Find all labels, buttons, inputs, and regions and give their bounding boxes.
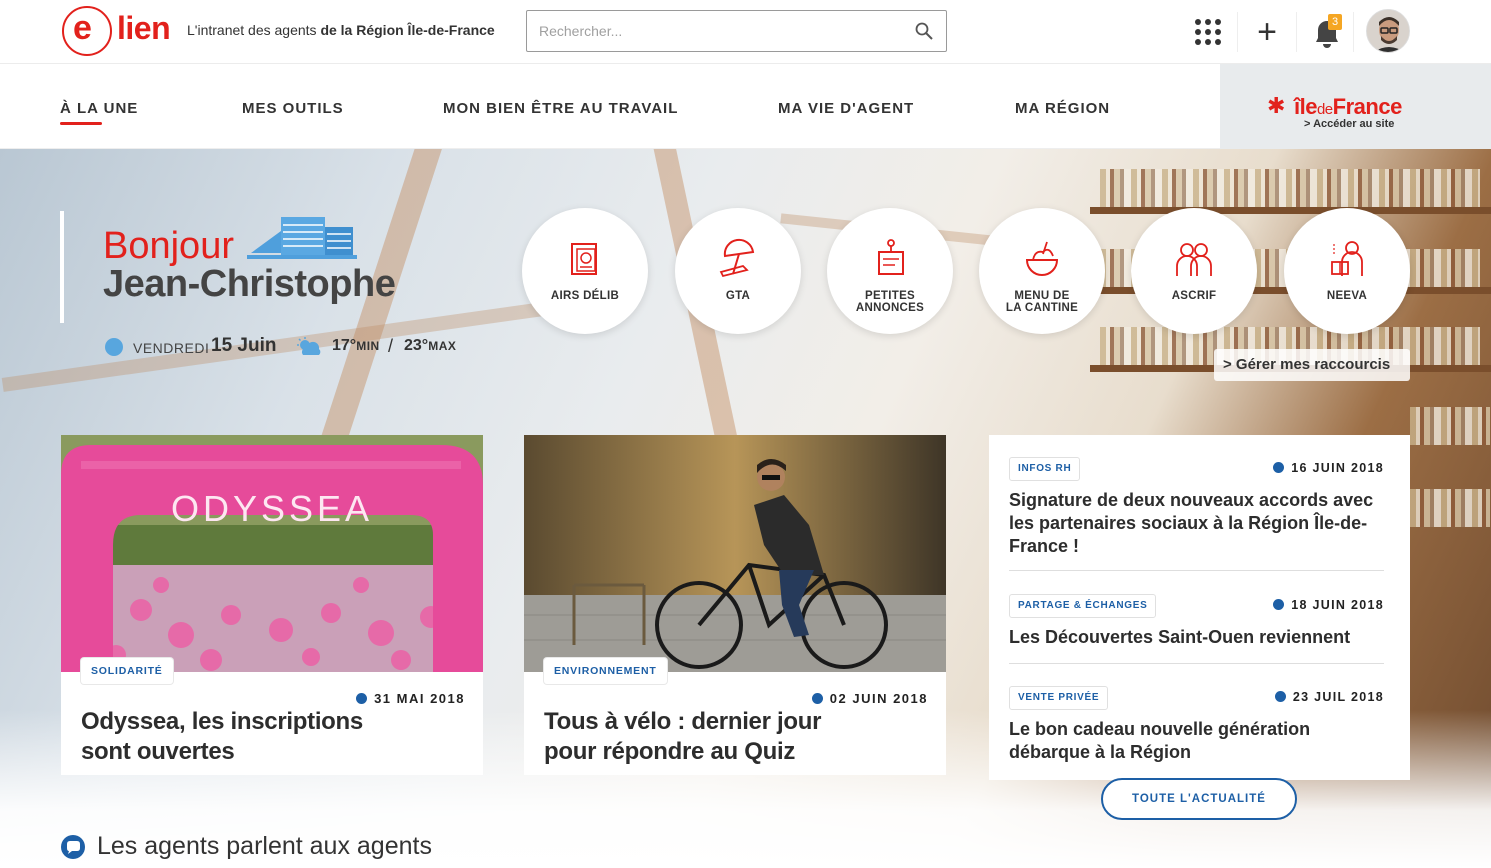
card-title[interactable]: Odyssea, les inscriptions sont ouvertes <box>81 707 411 767</box>
shortcut-label: ASCRIF <box>1171 290 1217 302</box>
elien-logo[interactable]: e lien <box>60 4 172 56</box>
bg-beam <box>1 300 559 392</box>
card-category-tag[interactable]: ENVIRONNEMENT <box>544 658 667 684</box>
shortcut-petites-annonces[interactable]: PETITES ANNONCES <box>827 208 953 334</box>
news-card-velo[interactable]: ENVIRONNEMENT 02 JUIN 2018 Tous à vélo :… <box>524 435 946 775</box>
header-divider <box>1296 12 1297 52</box>
bg-shelf <box>1090 207 1491 214</box>
notifications-button[interactable]: 3 <box>1310 14 1344 50</box>
nav-a-la-une[interactable]: À LA UNE <box>60 100 138 117</box>
clock-icon <box>105 338 123 356</box>
news-date: 18 JUIN 2018 <box>1273 598 1384 612</box>
svg-text:ODYSSEA: ODYSSEA <box>171 488 373 529</box>
news-date: 16 JUIN 2018 <box>1273 461 1384 475</box>
tagline: L'intranet des agents de la Région Île-d… <box>187 22 495 38</box>
beach-umbrella-icon <box>719 238 755 278</box>
building-icon <box>247 217 357 259</box>
greeting-divider <box>60 211 64 323</box>
shortcut-airs-delib[interactable]: AIRS DÉLIB <box>522 208 648 334</box>
header-divider <box>1237 12 1238 52</box>
search-box[interactable] <box>526 10 947 52</box>
hero-section: Bonjour Jean-Christophe Vendredi 15 Juin… <box>0 149 1491 868</box>
card-date: 31 MAI 2018 <box>356 691 465 706</box>
news-list-panel: INFOS RH 16 JUIN 2018 Signature de deux … <box>989 435 1410 780</box>
all-news-button[interactable]: TOUTE L'ACTUALITÉ <box>1101 778 1297 820</box>
logo-wordmark: lien <box>117 10 171 46</box>
document-icon <box>571 243 597 275</box>
shortcut-neeva[interactable]: NEEVA <box>1284 208 1410 334</box>
region-site-link[interactable]: ✱ îledeFrance > Accéder au site <box>1220 64 1491 149</box>
idf-logo: îledeFrance <box>1294 94 1402 119</box>
card-image: ODYSSEA <box>61 435 483 672</box>
main-navigation: À LA UNE MES OUTILS MON BIEN ÊTRE AU TRA… <box>0 64 1491 149</box>
nav-mes-outils[interactable]: MES OUTILS <box>242 100 344 117</box>
notification-badge: 3 <box>1328 14 1342 30</box>
bg-books <box>1410 489 1490 527</box>
manage-shortcuts-button[interactable]: > Gérer mes raccourcis <box>1214 349 1410 381</box>
section-title: Les agents parlent aux agents <box>97 832 432 860</box>
chat-bubble-icon <box>61 835 85 859</box>
clock-icon <box>811 693 823 704</box>
news-category-tag[interactable]: PARTAGE & ÉCHANGES <box>1009 594 1157 618</box>
search-input[interactable] <box>539 11 899 51</box>
shortcut-ascrif[interactable]: ASCRIF <box>1131 208 1257 334</box>
user-name: Jean-Christophe <box>103 263 396 305</box>
clock-icon <box>1273 599 1285 610</box>
news-item[interactable]: PARTAGE & ÉCHANGES 18 JUIN 2018 Les Déco… <box>1009 594 1384 664</box>
news-title[interactable]: Le bon cadeau nouvelle génération débarq… <box>1009 718 1384 764</box>
shortcut-gta[interactable]: GTA <box>675 208 801 334</box>
logo-e: e <box>73 9 92 47</box>
odyssea-photo: ODYSSEA <box>61 435 483 672</box>
greeting-hello: Bonjour <box>103 225 234 267</box>
weather-icon <box>297 337 321 355</box>
reader-icon <box>1331 241 1363 276</box>
avatar[interactable] <box>1366 9 1410 53</box>
nav-ma-region[interactable]: MA RÉGION <box>1015 100 1110 117</box>
card-title[interactable]: Tous à vélo : dernier jour pour répondre… <box>544 707 874 767</box>
temp-separator: / <box>388 336 394 356</box>
search-icon[interactable] <box>914 21 934 41</box>
shortcut-label: PETITES ANNONCES <box>855 290 925 314</box>
shortcut-label: GTA <box>725 290 751 302</box>
idf-star-icon: ✱ <box>1267 93 1286 118</box>
cyclist-photo <box>524 435 946 672</box>
card-date: 02 JUIN 2018 <box>811 691 928 706</box>
grid-icon[interactable] <box>1195 19 1221 45</box>
clock-icon <box>356 693 368 704</box>
announcement-board-icon <box>878 239 904 275</box>
news-card-odyssea[interactable]: ODYSSEA SOLIDARITÉ 31 MAI 2018 Odyssea, … <box>61 435 483 775</box>
news-category-tag[interactable]: INFOS RH <box>1009 457 1081 481</box>
card-image <box>524 435 946 672</box>
card-category-tag[interactable]: SOLIDARITÉ <box>81 658 173 684</box>
active-nav-indicator <box>60 122 102 125</box>
news-item[interactable]: INFOS RH 16 JUIN 2018 Signature de deux … <box>1009 457 1384 571</box>
news-title[interactable]: Signature de deux nouveaux accords avec … <box>1009 489 1384 558</box>
date-label: 15 Juin <box>211 335 277 356</box>
bg-books <box>1100 169 1480 207</box>
shortcut-label: NEEVA <box>1326 290 1368 302</box>
header-divider <box>1353 12 1354 52</box>
news-date: 23 JUIL 2018 <box>1274 690 1384 704</box>
clock-icon <box>1274 691 1286 702</box>
nav-bien-etre[interactable]: MON BIEN ÊTRE AU TRAVAIL <box>443 100 678 117</box>
shortcut-label: AIRS DÉLIB <box>550 290 620 302</box>
people-icon <box>1176 243 1212 276</box>
region-link-label: > Accéder au site <box>1304 118 1395 130</box>
top-header: e lien L'intranet des agents de la Régio… <box>0 0 1491 64</box>
shortcut-label: MENU DE LA CANTINE <box>1005 290 1079 314</box>
clock-icon <box>1273 462 1285 473</box>
food-icon <box>1025 241 1059 276</box>
user-photo <box>1367 10 1409 52</box>
temp-min: 17°MIN <box>332 337 380 354</box>
news-title[interactable]: Les Découvertes Saint-Ouen reviennent <box>1009 626 1384 649</box>
news-category-tag[interactable]: VENTE PRIVÉE <box>1009 686 1109 710</box>
temp-max: 23°MAX <box>404 337 457 354</box>
shortcut-menu-cantine[interactable]: MENU DE LA CANTINE <box>979 208 1105 334</box>
day-label: Vendredi <box>133 340 210 356</box>
nav-vie-agent[interactable]: MA VIE D'AGENT <box>778 100 914 117</box>
news-item[interactable]: VENTE PRIVÉE 23 JUIL 2018 Le bon cadeau … <box>1009 686 1384 776</box>
bg-books <box>1410 407 1490 445</box>
plus-icon[interactable]: + <box>1253 15 1281 49</box>
